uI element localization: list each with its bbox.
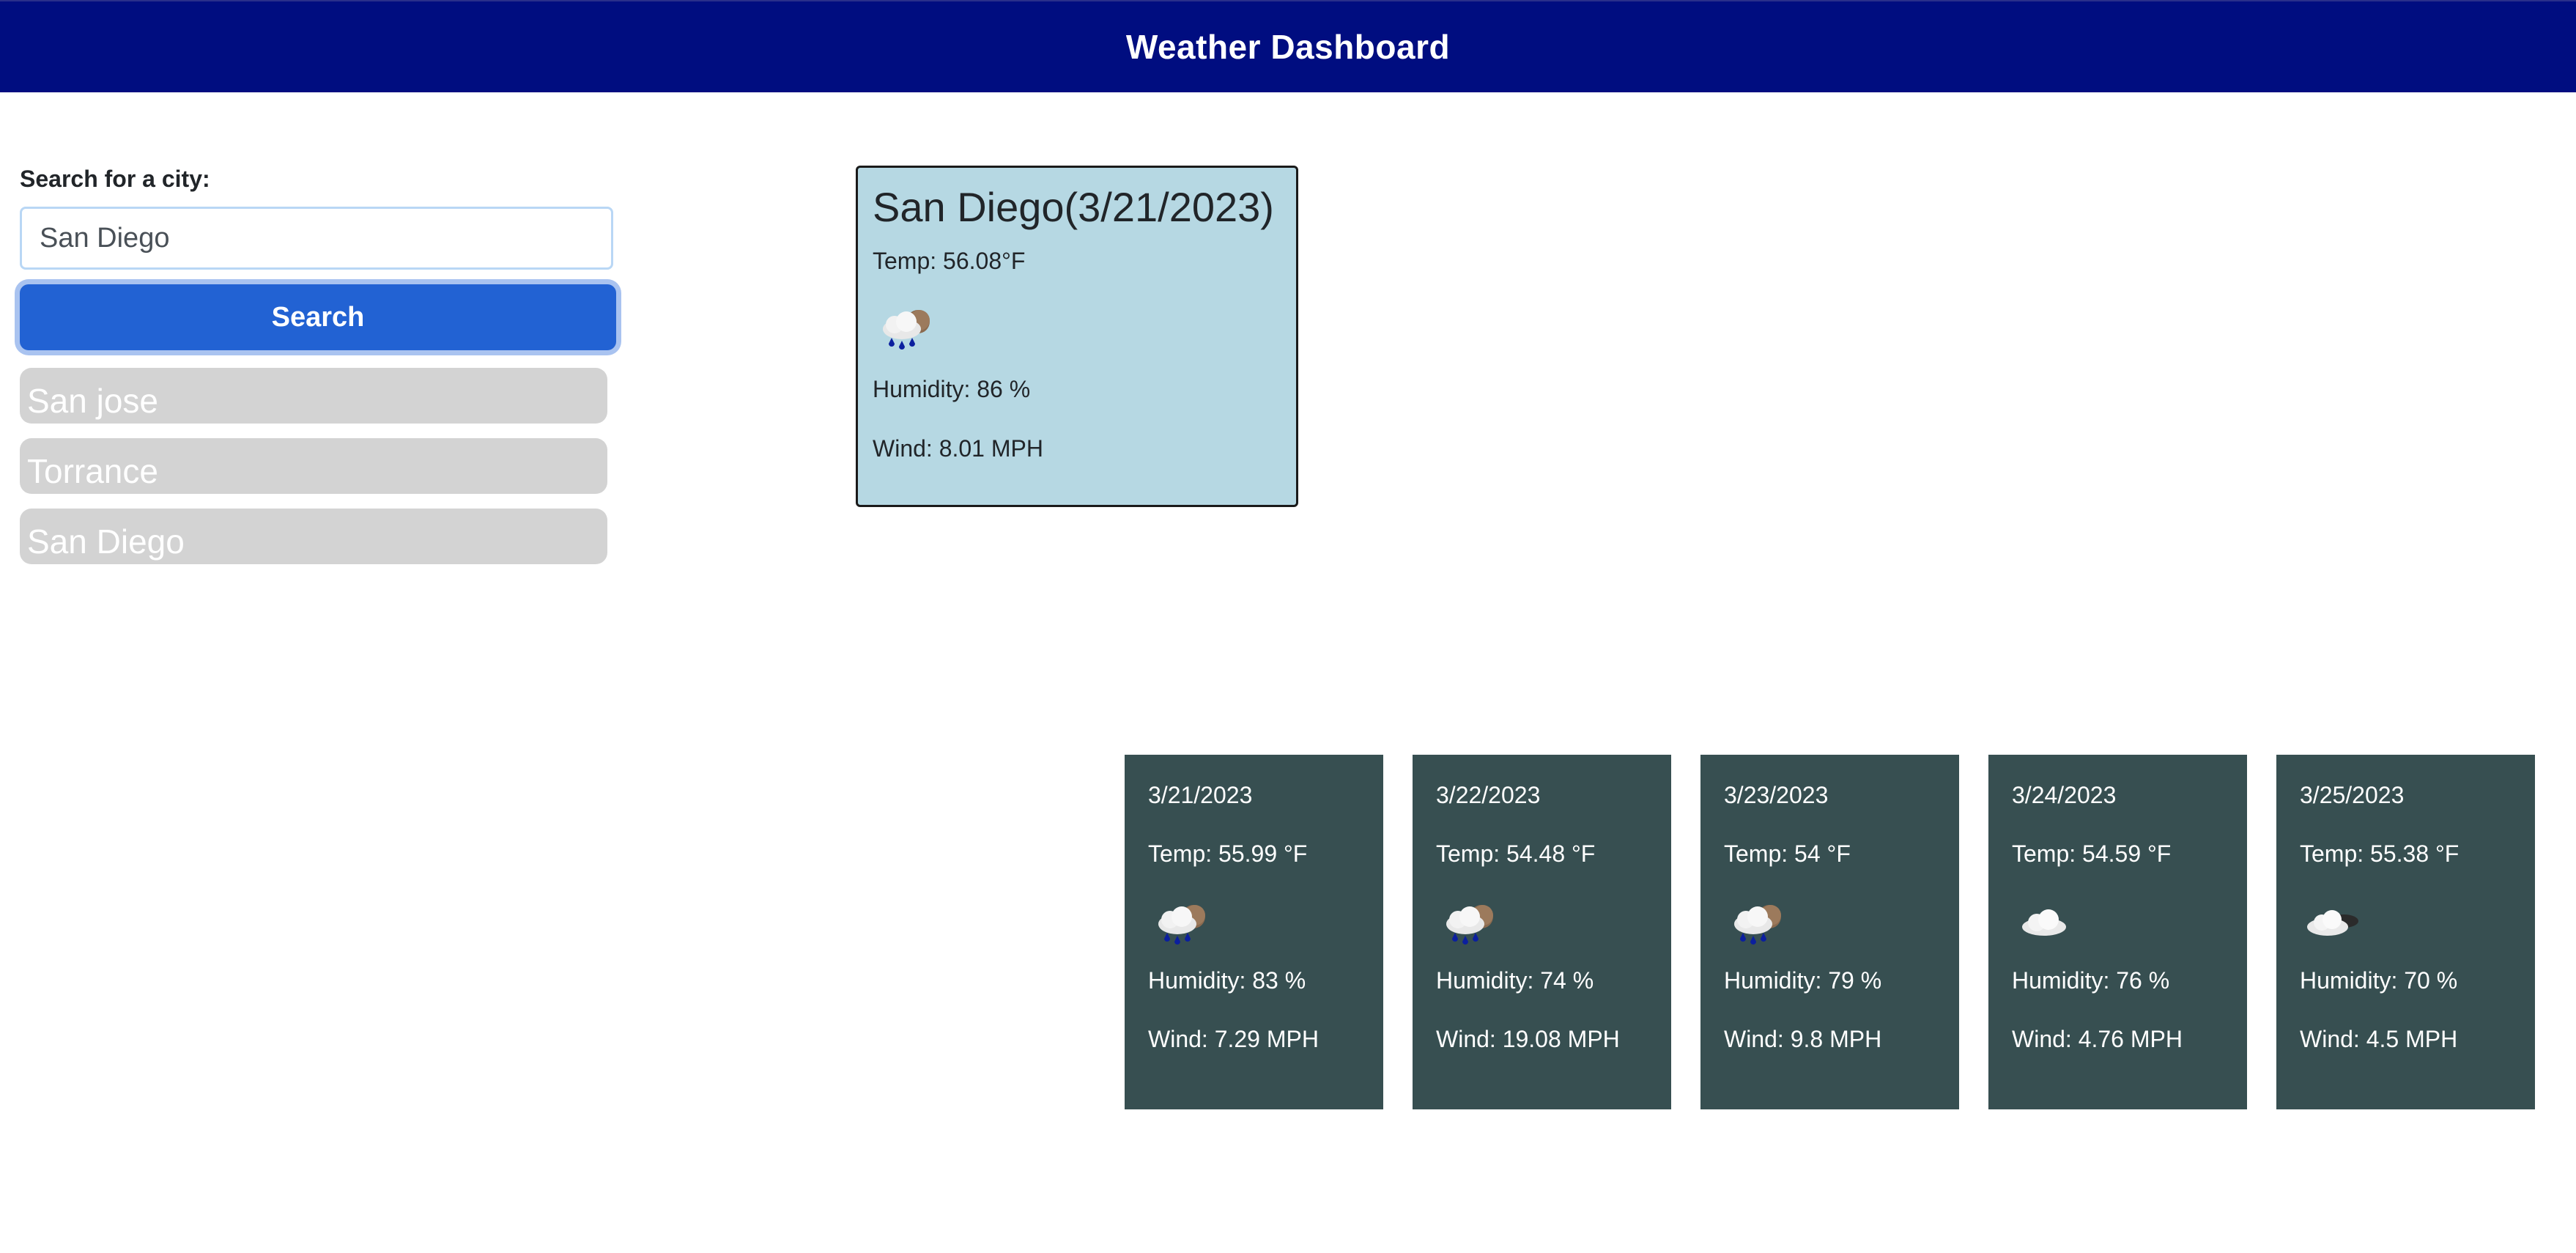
- search-button[interactable]: Search: [20, 284, 616, 350]
- five-day-forecast: 3/21/2023 Temp: 55.99 °F Humidity: 83 % …: [1125, 755, 2535, 1109]
- rain-cloud-icon: [1724, 899, 1936, 950]
- rain-cloud-icon: [873, 304, 1281, 355]
- forecast-card: 3/22/2023 Temp: 54.48 °F Humidity: 74 % …: [1413, 755, 1671, 1109]
- current-wind: Wind: 8.01 MPH: [873, 435, 1043, 462]
- current-humidity: Humidity: 86 %: [873, 376, 1031, 403]
- history-item-san-diego[interactable]: San Diego: [20, 509, 607, 564]
- forecast-temp: Temp: 54.59 °F: [2012, 840, 2172, 868]
- forecast-temp: Temp: 55.99 °F: [1148, 840, 1308, 868]
- history-item-label: San Diego: [27, 522, 185, 561]
- forecast-temp: Temp: 55.38 °F: [2300, 840, 2460, 868]
- history-item-san-jose[interactable]: San jose: [20, 368, 607, 424]
- forecast-wind: Wind: 9.8 MPH: [1724, 1026, 1882, 1053]
- forecast-humidity: Humidity: 83 %: [1148, 966, 1306, 994]
- forecast-temp: Temp: 54 °F: [1724, 840, 1851, 868]
- forecast-wind: Wind: 19.08 MPH: [1436, 1026, 1620, 1053]
- city-search-input[interactable]: [20, 207, 613, 270]
- history-item-label: San jose: [27, 382, 159, 420]
- forecast-humidity: Humidity: 74 %: [1436, 966, 1594, 994]
- forecast-date: 3/25/2023: [2300, 782, 2405, 808]
- current-weather-card: San Diego(3/21/2023) Temp: 56.08°F Humid…: [856, 166, 1298, 507]
- app-header: Weather Dashboard: [0, 0, 2576, 92]
- current-temp: Temp: 56.08°F: [873, 248, 1026, 275]
- forecast-wind: Wind: 7.29 MPH: [1148, 1026, 1319, 1053]
- rain-cloud-icon: [1148, 899, 1360, 950]
- forecast-date: 3/21/2023: [1148, 782, 1253, 808]
- forecast-date: 3/22/2023: [1436, 782, 1541, 808]
- page-title: Weather Dashboard: [1125, 28, 1451, 66]
- forecast-date: 3/23/2023: [1724, 782, 1829, 808]
- forecast-card: 3/25/2023 Temp: 55.38 °F Humidity: 70 % …: [2276, 755, 2535, 1109]
- search-sidebar: Search for a city: Search San jose Torra…: [20, 166, 616, 579]
- search-history-list: San jose Torrance San Diego: [20, 368, 607, 564]
- forecast-humidity: Humidity: 76 %: [2012, 966, 2170, 994]
- forecast-humidity: Humidity: 79 %: [1724, 966, 1882, 994]
- current-city-title: San Diego(3/21/2023): [873, 184, 1274, 230]
- forecast-wind: Wind: 4.76 MPH: [2012, 1026, 2183, 1053]
- forecast-wind: Wind: 4.5 MPH: [2300, 1026, 2458, 1053]
- history-item-label: Torrance: [27, 452, 158, 490]
- partly-cloudy-night-icon: [2300, 899, 2512, 950]
- forecast-date: 3/24/2023: [2012, 782, 2117, 808]
- forecast-card: 3/24/2023 Temp: 54.59 °F Humidity: 76 % …: [1988, 755, 2247, 1109]
- forecast-temp: Temp: 54.48 °F: [1436, 840, 1596, 868]
- forecast-card: 3/23/2023 Temp: 54 °F Humidity: 79 % Win…: [1700, 755, 1959, 1109]
- history-item-torrance[interactable]: Torrance: [20, 438, 607, 494]
- search-label: Search for a city:: [20, 166, 210, 192]
- cloud-icon: [2012, 899, 2224, 950]
- forecast-humidity: Humidity: 70 %: [2300, 966, 2458, 994]
- rain-cloud-icon: [1436, 899, 1648, 950]
- forecast-card: 3/21/2023 Temp: 55.99 °F Humidity: 83 % …: [1125, 755, 1383, 1109]
